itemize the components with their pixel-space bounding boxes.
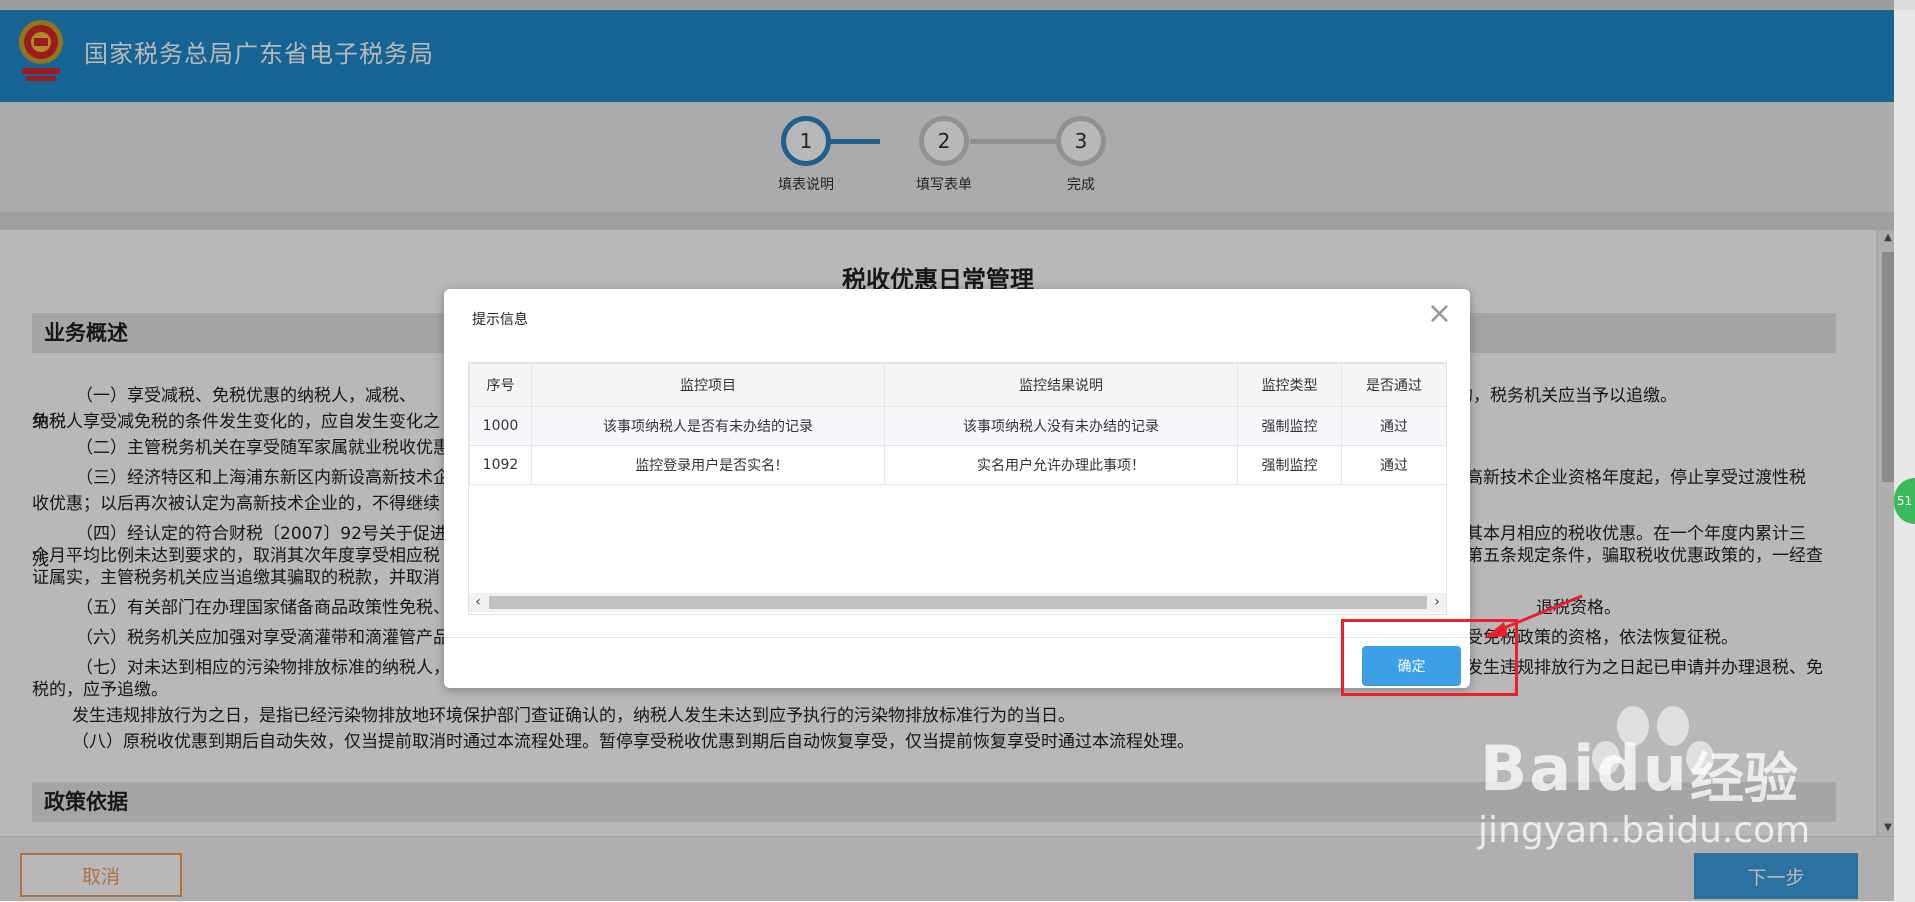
annotation-arrow-icon — [1484, 594, 1583, 638]
table-cell-id: 1000 — [469, 406, 532, 446]
table-cell-item: 监控登录用户是否实名! — [531, 445, 885, 485]
table-cell-pass: 通过 — [1341, 406, 1446, 446]
column-header: 序号 — [469, 363, 532, 407]
column-header: 是否通过 — [1341, 363, 1446, 407]
table-row: 1000 该事项纳税人是否有未办结的记录 该事项纳税人没有未办结的记录 强制监控… — [469, 406, 1446, 446]
scroll-left-icon[interactable]: ‹ — [469, 593, 487, 612]
horizontal-scrollbar[interactable]: ‹ › — [469, 593, 1446, 612]
table-cell-id: 1092 — [469, 445, 532, 485]
monitor-table: 序号 监控项目 监控结果说明 监控类型 是否通过 1000 该事项纳税人是否有未… — [468, 362, 1447, 615]
watermark-url: jingyan.baidu.com — [1478, 810, 1811, 851]
watermark-logo-cn: 经验 — [1690, 747, 1798, 810]
table-cell-result: 实名用户允许办理此事项！ — [884, 445, 1238, 485]
table-row: 1092 监控登录用户是否实名! 实名用户允许办理此事项！ 强制监控 通过 — [469, 445, 1446, 485]
close-icon[interactable]: × — [1427, 299, 1452, 329]
table-cell-pass: 通过 — [1341, 445, 1446, 485]
dialog-title: 提示信息 — [472, 312, 528, 328]
table-cell-type: 强制监控 — [1237, 406, 1342, 446]
column-header: 监控结果说明 — [884, 363, 1238, 407]
table-cell-type: 强制监控 — [1237, 445, 1342, 485]
column-header: 监控类型 — [1237, 363, 1342, 407]
table-cell-result: 该事项纳税人没有未办结的记录 — [884, 406, 1238, 446]
table-cell-item: 该事项纳税人是否有未办结的记录 — [531, 406, 885, 446]
hscroll-thumb[interactable] — [489, 596, 1427, 609]
column-header: 监控项目 — [531, 363, 885, 407]
dialog-footer-divider — [444, 637, 1470, 638]
table-header-row: 序号 监控项目 监控结果说明 监控类型 是否通过 — [469, 363, 1446, 407]
prompt-dialog: 提示信息 × 序号 监控项目 监控结果说明 监控类型 是否通过 1000 该事项… — [444, 289, 1470, 688]
watermark-logo: Baidu — [1480, 732, 1689, 805]
window-right-edge — [1894, 10, 1915, 901]
scroll-right-icon[interactable]: › — [1428, 593, 1446, 612]
